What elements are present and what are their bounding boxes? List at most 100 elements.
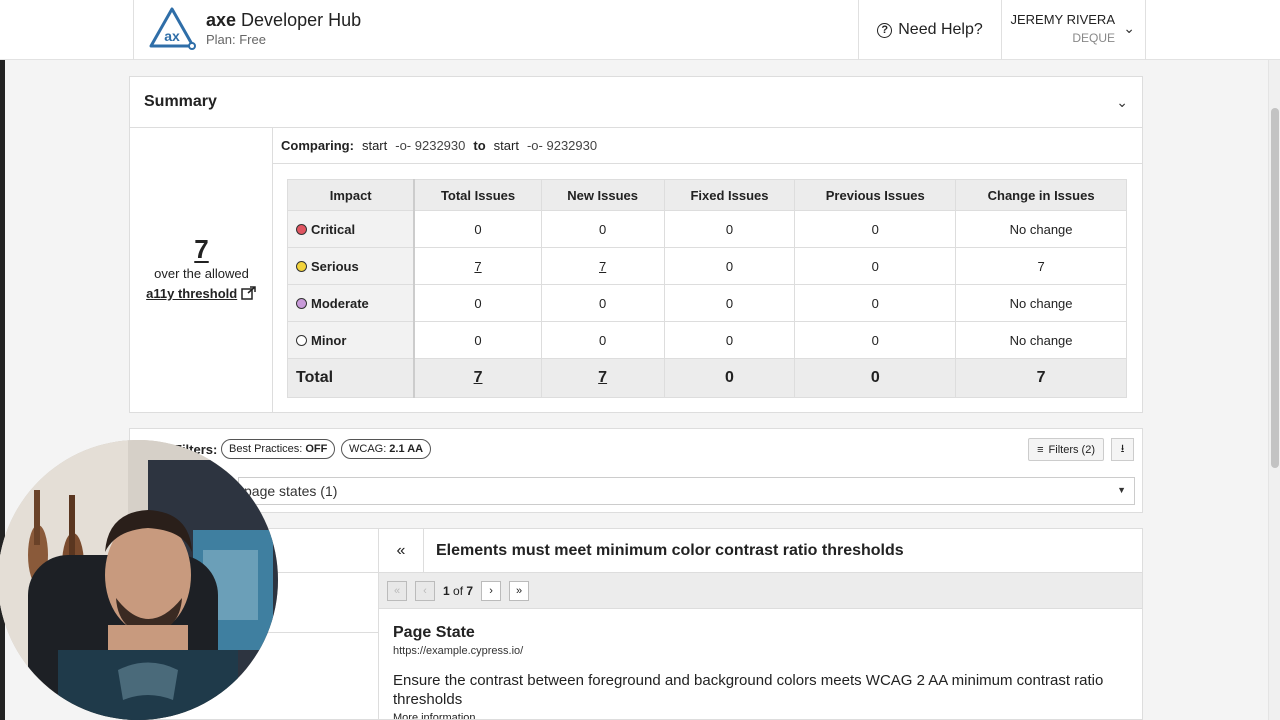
table-cell: 0 (663, 284, 796, 322)
impact-moderate: Moderate (287, 284, 416, 322)
filter-icon: ≡ (1037, 443, 1044, 456)
brand[interactable]: ax axe Developer Hub Plan: Free (133, 0, 859, 60)
to-branch: start (493, 138, 519, 153)
table-cell: 0 (794, 321, 957, 359)
comparing-bar: Comparing: start -o- 9232930 to start -o… (273, 128, 1142, 164)
brand-title: axe Developer Hub (206, 10, 362, 30)
threshold-panel: 7 over the allowed a11y threshold (130, 128, 273, 413)
filters-card: Filters: Best Practices: OFF WCAG: 2.1 AA … (129, 428, 1143, 513)
download-icon: ⭳ (1120, 443, 1125, 455)
table-row: Critical 0 0 0 0 No change (287, 210, 1127, 248)
column-header: Change in Issues (955, 179, 1127, 211)
last-page-button[interactable]: » (509, 580, 530, 601)
caret-down-icon: ▼ (1117, 485, 1126, 495)
from-branch: start (361, 138, 388, 153)
table-row: Serious 7 7 0 0 7 (287, 247, 1127, 285)
need-help-label: Need Help? (898, 21, 983, 38)
table-cell: 0 (794, 210, 957, 248)
best-practices-chip[interactable]: Best Practices: OFF (221, 439, 336, 459)
webcam-presenter-image (0, 440, 278, 720)
need-help-button[interactable]: ? Need Help? (858, 0, 1002, 60)
serious-dot-icon (296, 260, 307, 272)
first-page-button[interactable]: « (387, 580, 407, 601)
page-scrollbar[interactable] (1268, 60, 1280, 720)
table-cell: 0 (663, 321, 796, 359)
impact-serious: Serious (287, 247, 416, 285)
table-cell: 0 (794, 284, 957, 322)
comparing-label: Comparing: (281, 138, 354, 153)
column-header: Previous Issues (794, 179, 957, 211)
table-cell: No change (955, 321, 1127, 359)
plan-label: Plan: Free (206, 32, 266, 47)
minor-dot-icon (296, 334, 307, 346)
table-cell-link[interactable]: 7 (413, 358, 542, 398)
table-cell: No change (955, 284, 1127, 322)
user-menu[interactable]: JEREMY RIVERA DEQUE ⌄ (1002, 0, 1146, 60)
column-header: Fixed Issues (663, 179, 796, 211)
threshold-link[interactable]: a11y threshold (130, 286, 273, 301)
user-org: DEQUE (1072, 31, 1115, 45)
threshold-text: over the allowed (154, 266, 249, 281)
table-cell: 0 (540, 321, 665, 359)
table-cell: 0 (413, 284, 542, 322)
from-commit: -o- 9232930 (395, 138, 466, 153)
user-name: JEREMY RIVERA (1010, 12, 1115, 27)
filters-button[interactable]: ≡ Filters (2) (1028, 438, 1104, 461)
external-link-icon (241, 286, 256, 300)
table-cell-link[interactable]: 7 (540, 358, 665, 398)
svg-text:ax: ax (164, 28, 180, 44)
table-cell: 7 (955, 358, 1127, 398)
table-cell: 0 (663, 210, 796, 248)
next-page-button[interactable]: › (481, 580, 502, 601)
table-cell: 0 (663, 247, 796, 285)
table-cell: 0 (413, 321, 542, 359)
axe-logo-icon: ax (149, 7, 196, 50)
collapse-double-chevron-icon[interactable]: « (379, 529, 424, 573)
prev-page-button[interactable]: ‹ (415, 580, 435, 601)
table-cell: No change (955, 210, 1127, 248)
page-states-select[interactable]: page states (1) ▼ (238, 477, 1135, 505)
more-info-link[interactable]: More information (393, 712, 1142, 719)
question-icon: ? (877, 22, 893, 38)
to-word: to (473, 138, 486, 153)
download-button[interactable]: ⭳ (1111, 438, 1134, 461)
table-cell: 0 (794, 247, 957, 285)
table-row: Moderate 0 0 0 0 No change (287, 284, 1127, 322)
table-cell: 0 (540, 284, 665, 322)
table-header-row: Impact Total Issues New Issues Fixed Iss… (287, 179, 1127, 211)
summary-title: Summary (144, 93, 217, 110)
table-cell-link[interactable]: 7 (540, 247, 665, 285)
table-cell-link[interactable]: 7 (413, 247, 542, 285)
commit-icon: -o- (526, 138, 543, 153)
table-cell: 0 (540, 210, 665, 248)
total-label: Total (287, 358, 416, 398)
summary-header[interactable]: Summary ⌄ (130, 77, 1142, 128)
chevron-down-icon[interactable]: ⌄ (1123, 20, 1135, 37)
moderate-dot-icon (296, 297, 307, 309)
column-header: Impact (287, 179, 416, 211)
table-cell: 0 (413, 210, 542, 248)
pager-status: 1 of 7 (443, 583, 474, 598)
column-header: Total Issues (413, 179, 542, 211)
scrollbar-thumb[interactable] (1271, 108, 1279, 468)
impact-minor: Minor (287, 321, 416, 359)
rule-description: Ensure the contrast between foreground a… (393, 672, 1104, 708)
issue-title: Elements must meet minimum color contras… (436, 541, 904, 559)
webcam-overlay (0, 440, 278, 720)
column-header: New Issues (540, 179, 665, 211)
table-cell: 7 (955, 247, 1127, 285)
issue-header: « Elements must meet minimum color contr… (379, 529, 1142, 573)
top-bar: ax axe Developer Hub Plan: Free ? Need H… (0, 0, 1280, 60)
threshold-count[interactable]: 7 (130, 234, 273, 265)
page-state-url: https://example.cypress.io/ (393, 645, 524, 657)
table-row: Minor 0 0 0 0 No change (287, 321, 1127, 359)
page-state-title: Page State (393, 624, 475, 641)
impact-table: Impact Total Issues New Issues Fixed Iss… (287, 179, 1127, 398)
chevron-down-icon[interactable]: ⌄ (1116, 94, 1128, 111)
issue-pager: « ‹ 1 of 7 › » (379, 573, 1142, 609)
wcag-chip[interactable]: WCAG: 2.1 AA (341, 439, 432, 459)
table-cell: 0 (794, 358, 957, 398)
impact-critical: Critical (287, 210, 416, 248)
to-commit: -o- 9232930 (526, 138, 598, 153)
total-row: Total 7 7 0 0 7 (287, 358, 1127, 398)
